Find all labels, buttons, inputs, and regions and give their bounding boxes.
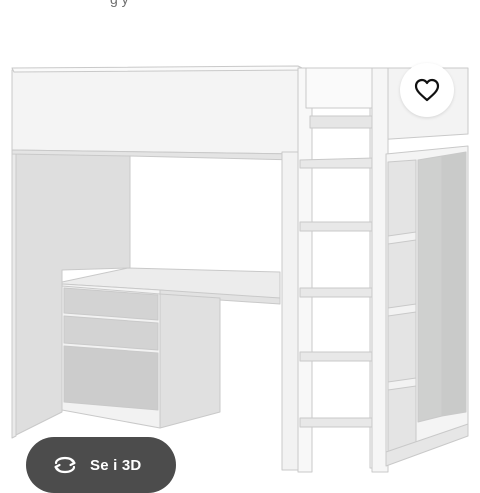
drawer-unit-side [159,293,221,429]
ladder-rung-3 [299,287,375,298]
drawer-3 [63,345,159,411]
ladder-rung-4 [299,351,375,362]
ladder-top-guard [305,67,383,109]
wardrobe-door-left [417,155,443,423]
left-end-edge [11,149,17,439]
wardrobe-door-right [441,151,467,417]
rotate-3d-icon [54,456,76,474]
favorite-button[interactable] [400,63,454,117]
view-in-3d-button[interactable]: Se i 3D [26,437,176,493]
back-panel [130,152,278,272]
front-post [281,151,301,471]
bed-side-rail [11,67,299,155]
view-in-3d-label: Se i 3D [90,456,142,474]
heart-outline-icon [414,78,440,102]
ladder-rung-2 [299,221,375,232]
ladder-handle [309,115,373,129]
ladder-left-rail [297,67,313,473]
ladder-rung-1 [299,157,375,169]
ladder-rung-5 [299,417,375,428]
